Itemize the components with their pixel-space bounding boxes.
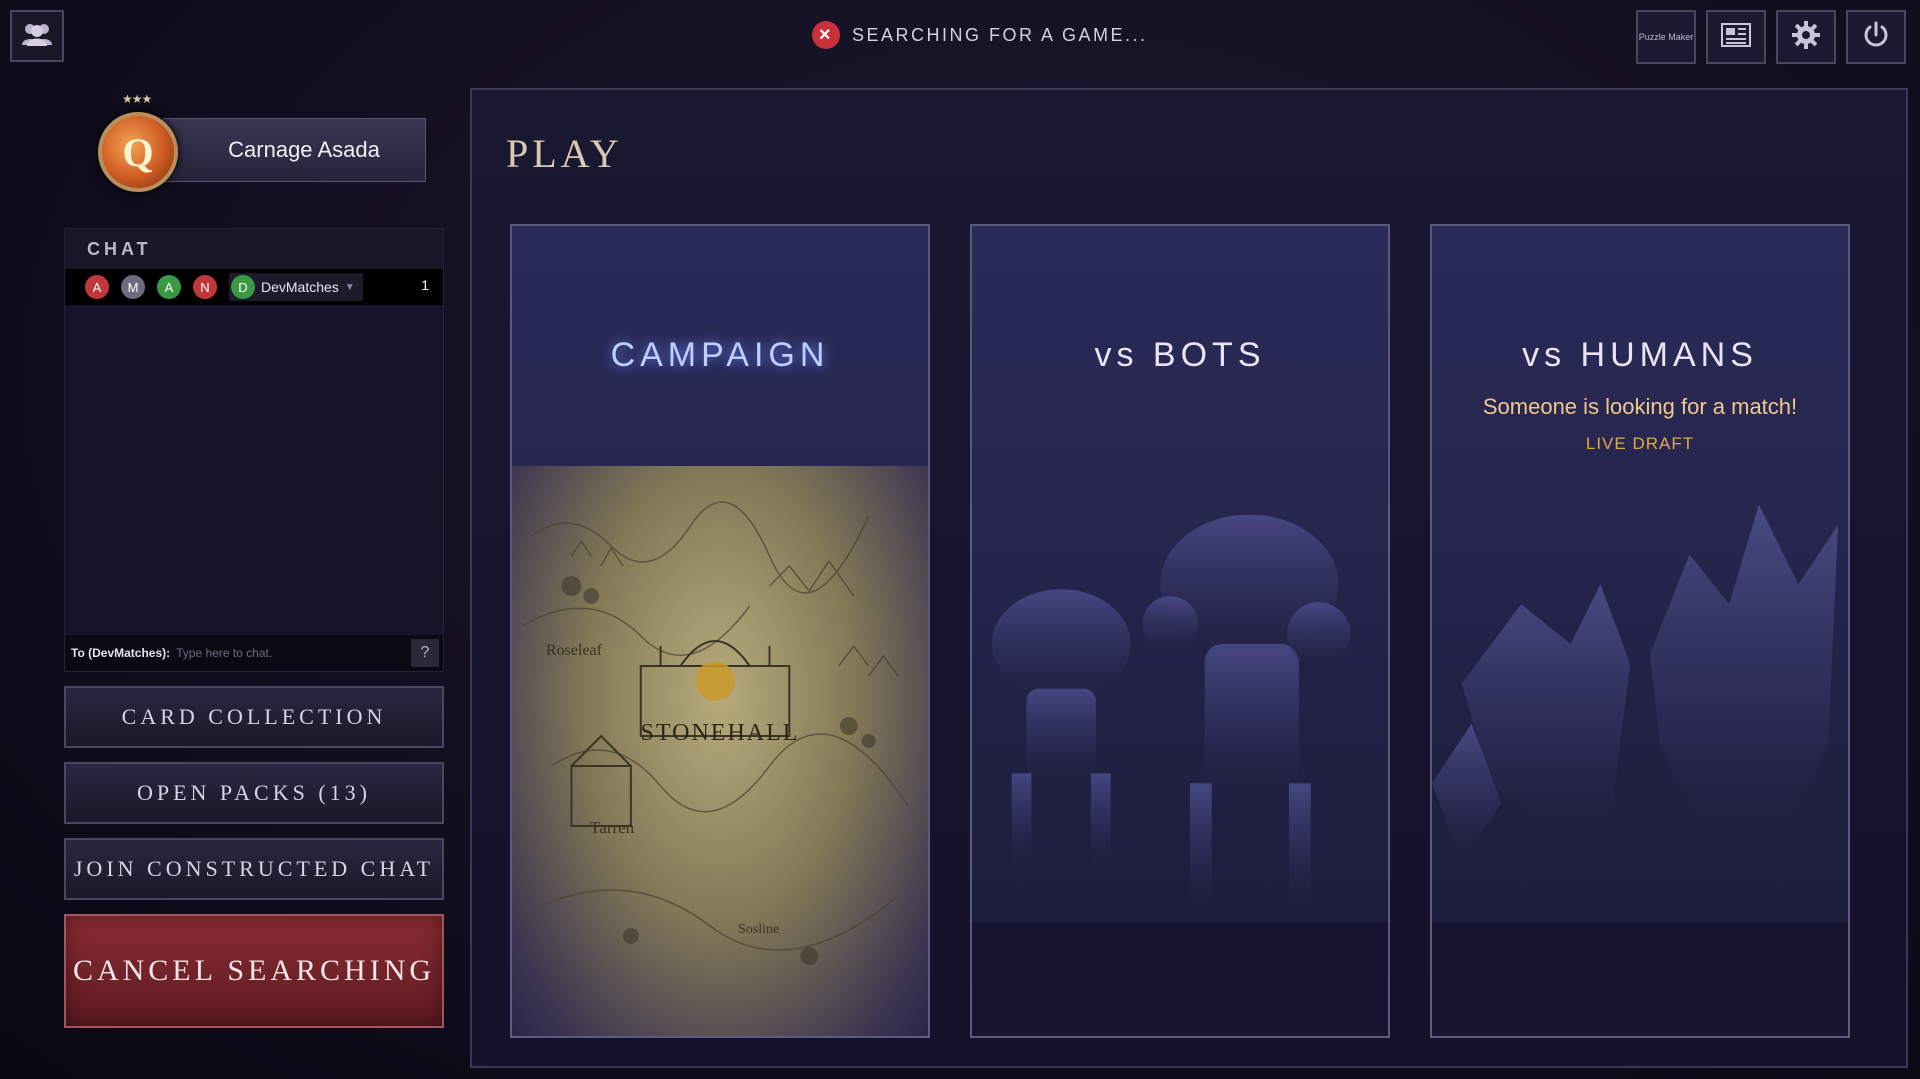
puzzle-maker-label: Puzzle Maker xyxy=(1638,31,1694,42)
chat-channel-a[interactable]: A xyxy=(85,275,109,299)
chat-messages xyxy=(65,305,443,635)
player-name: Carnage Asada xyxy=(162,118,426,182)
chevron-down-icon: ▼ xyxy=(344,281,355,293)
settings-button[interactable] xyxy=(1776,10,1836,64)
chat-recipient: To (DevMatches): xyxy=(71,646,171,660)
map-label-tarren: Tarren xyxy=(590,818,635,837)
chat-channel-m[interactable]: M xyxy=(121,275,145,299)
chat-help-button[interactable]: ? xyxy=(411,639,439,667)
chat-unread-count: 1 xyxy=(421,277,429,293)
search-status: × SEARCHING FOR A GAME... xyxy=(812,20,1148,50)
campaign-title: CAMPAIGN xyxy=(610,336,830,374)
chat-channel-devmatches[interactable]: D DevMatches ▼ xyxy=(229,273,363,301)
join-constructed-chat-button[interactable]: JOIN CONSTRUCTED CHAT xyxy=(64,838,444,900)
friends-button[interactable] xyxy=(10,10,64,62)
chat-title: CHAT xyxy=(65,229,443,269)
map-label-roseleaf: Roseleaf xyxy=(546,642,602,659)
top-right-toolbar: Puzzle Maker xyxy=(1636,10,1906,64)
chat-placeholder: Type here to chat. xyxy=(176,646,273,660)
chat-channel-n[interactable]: N xyxy=(193,275,217,299)
puzzle-maker-button[interactable]: Puzzle Maker xyxy=(1636,10,1696,64)
cancel-searching-button[interactable]: CANCEL SEARCHING xyxy=(64,914,444,1028)
humans-artwork xyxy=(1432,504,1848,1036)
chat-channel-a2[interactable]: A xyxy=(157,275,181,299)
bots-artwork xyxy=(972,514,1388,1036)
power-icon xyxy=(1861,20,1891,55)
campaign-card[interactable]: CAMPAIGN STONEHALL Roseleaf Tarren Sosli… xyxy=(510,224,930,1038)
chat-channel-d: D xyxy=(231,275,255,299)
play-panel: PLAY CAMPAIGN STONEHALL Roseleaf Tarren … xyxy=(470,88,1908,1068)
map-label-stonehall: STONEHALL xyxy=(640,720,800,746)
page-title: PLAY xyxy=(506,131,623,176)
card-collection-button[interactable]: CARD COLLECTION xyxy=(64,686,444,748)
rank-stars: ★★★ xyxy=(122,92,152,106)
chat-channel-bar: A M A N D DevMatches ▼ 1 xyxy=(65,269,443,305)
campaign-map: STONEHALL Roseleaf Tarren Sosline xyxy=(512,466,928,1036)
map-label-sosline: Sosline xyxy=(738,922,780,937)
vs-humans-card[interactable]: vs HUMANS Someone is looking for a match… xyxy=(1430,224,1850,1038)
search-status-text: SEARCHING FOR A GAME... xyxy=(852,24,1148,45)
power-button[interactable] xyxy=(1846,10,1906,64)
friends-icon xyxy=(20,21,54,52)
gear-icon xyxy=(1791,20,1821,55)
news-icon xyxy=(1721,22,1751,52)
chat-channel-label: DevMatches xyxy=(261,279,339,295)
vs-bots-card[interactable]: vs BOTS xyxy=(970,224,1390,1038)
close-icon[interactable]: × xyxy=(812,21,840,49)
avatar[interactable]: Q xyxy=(98,112,178,192)
chat-input[interactable]: To (DevMatches): Type here to chat. ? xyxy=(65,635,443,671)
chat-panel: CHAT A M A N D DevMatches ▼ 1 To (DevMat… xyxy=(64,228,444,672)
open-packs-button[interactable]: OPEN PACKS (13) xyxy=(64,762,444,824)
news-button[interactable] xyxy=(1706,10,1766,64)
